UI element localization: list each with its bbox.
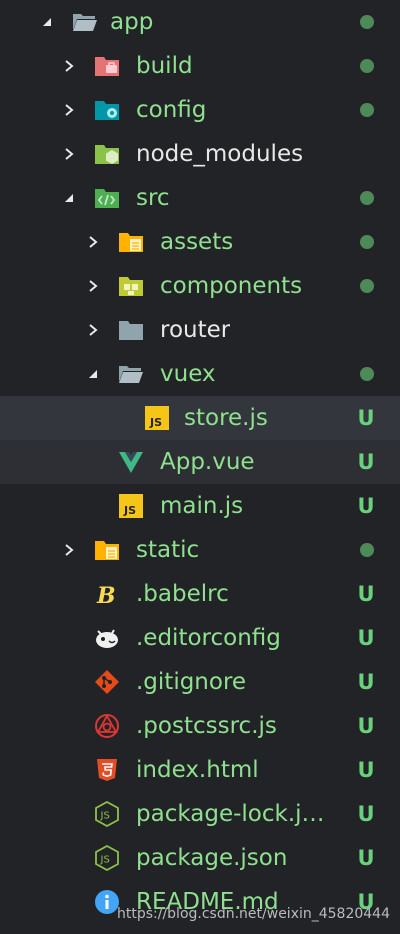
tree-label: main.js [160,493,244,519]
tree-row-babelrc[interactable]: B .babelrc U [0,572,400,616]
tree-row-assets[interactable]: assets [0,220,400,264]
untracked-status: U [357,758,375,782]
html5-icon [94,757,120,783]
chevron-right-icon[interactable] [86,264,100,308]
vue-file-icon [118,449,144,475]
tree-label: assets [160,229,234,255]
tree-label: .gitignore [136,669,247,695]
tree-row-node-modules[interactable]: node_modules [0,132,400,176]
tree-label: node_modules [136,141,304,167]
untracked-status: U [357,802,375,826]
tree-label: .babelrc [136,581,229,607]
nodejs-icon: JS [94,801,120,827]
tree-row-package-lock[interactable]: JS package-lock.j… U [0,792,400,836]
folder-open-icon [118,361,144,387]
tree-row-vuex[interactable]: vuex [0,352,400,396]
modified-dot [360,279,374,293]
chevron-right-icon[interactable] [62,528,76,572]
tree-row-app-vue[interactable]: App.vue U [0,440,400,484]
tree-label: package-lock.j… [136,801,325,827]
tree-label: components [160,273,303,299]
tree-label: store.js [184,405,268,431]
tree-row-gitignore[interactable]: .gitignore U [0,660,400,704]
editorconfig-icon [94,625,120,651]
tree-row-build[interactable]: build [0,44,400,88]
tree-row-router[interactable]: router [0,308,400,352]
chevron-right-icon[interactable] [86,220,100,264]
tree-row-static[interactable]: static [0,528,400,572]
tree-label: src [136,185,170,211]
tree-row-app[interactable]: app [0,0,400,44]
tree-label: build [136,53,193,79]
modified-dot [360,15,374,29]
tree-row-editorconfig[interactable]: .editorconfig U [0,616,400,660]
tree-row-index-html[interactable]: index.html U [0,748,400,792]
javascript-file-icon: JS [144,405,170,431]
tree-label: .postcssrc.js [136,713,277,739]
folder-static-icon [94,537,120,563]
modified-dot [360,367,374,381]
watermark: https://blog.csdn.net/weixin_45820444 [116,906,390,922]
untracked-status: U [357,582,375,606]
tree-row-components[interactable]: components [0,264,400,308]
svg-text:JS: JS [100,855,110,866]
nodejs-icon: JS [94,845,120,871]
untracked-status: U [357,846,375,870]
tree-label: vuex [160,361,216,387]
chevron-right-icon[interactable] [62,88,76,132]
modified-dot [360,191,374,205]
folder-open-icon [72,9,98,35]
untracked-status: U [357,714,375,738]
folder-assets-icon [118,229,144,255]
git-icon [94,669,120,695]
tree-row-main-js[interactable]: JS main.js U [0,484,400,528]
tree-label: router [160,317,231,343]
tree-label: index.html [136,757,259,783]
folder-icon [118,317,144,343]
tree-row-package-json[interactable]: JS package.json U [0,836,400,880]
folder-build-icon [94,53,120,79]
javascript-file-icon: JS [118,493,144,519]
svg-text:JS: JS [149,416,162,429]
tree-label: app [110,9,154,35]
svg-text:B: B [96,583,116,607]
untracked-status: U [357,450,375,474]
untracked-status: U [357,406,375,430]
chevron-right-icon[interactable] [86,308,100,352]
modified-dot [360,59,374,73]
tree-row-postcssrc[interactable]: .postcssrc.js U [0,704,400,748]
tree-row-src[interactable]: src [0,176,400,220]
folder-config-icon [94,97,120,123]
chevron-down-icon[interactable] [86,352,100,396]
untracked-status: U [357,626,375,650]
folder-node-icon [94,141,120,167]
tree-label: .editorconfig [136,625,281,651]
tree-row-store-js[interactable]: JS store.js U [0,396,400,440]
chevron-down-icon[interactable] [40,0,54,44]
tree-row-config[interactable]: config [0,88,400,132]
svg-text:JS: JS [123,504,136,517]
svg-text:JS: JS [100,811,110,822]
tree-label: App.vue [160,449,255,475]
untracked-status: U [357,670,375,694]
chevron-right-icon[interactable] [62,132,76,176]
untracked-status: U [357,494,375,518]
folder-src-icon [94,185,120,211]
chevron-right-icon[interactable] [62,44,76,88]
folder-components-icon [118,273,144,299]
postcss-icon [94,713,120,739]
modified-dot [360,103,374,117]
tree-label: package.json [136,845,288,871]
modified-dot [360,235,374,249]
tree-label: config [136,97,207,123]
tree-label: static [136,537,200,563]
chevron-down-icon[interactable] [62,176,76,220]
modified-dot [360,543,374,557]
babel-icon: B [94,581,120,607]
